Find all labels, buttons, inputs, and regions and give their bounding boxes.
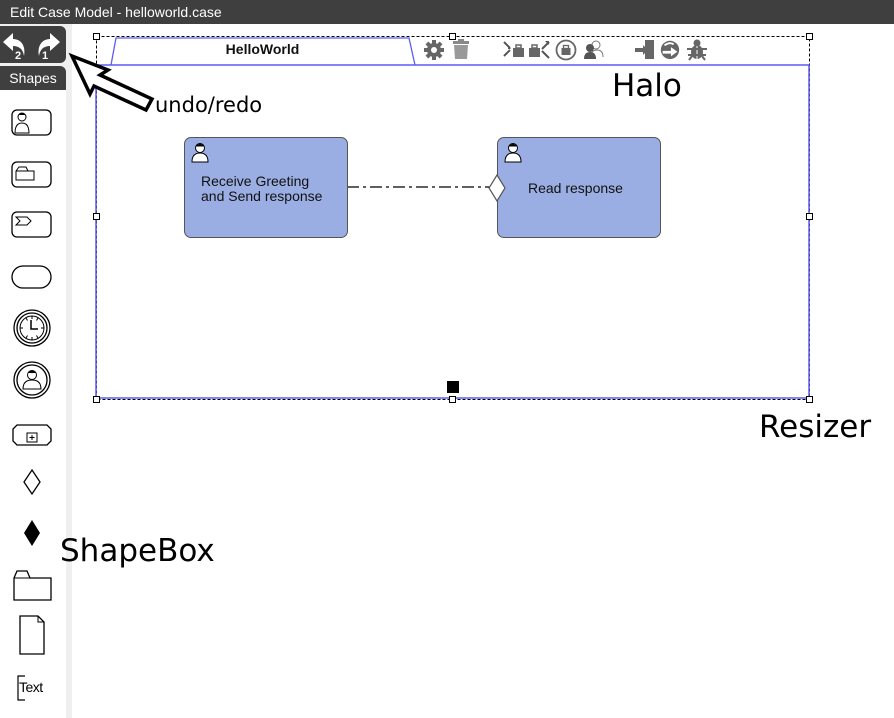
annotation-resizer: Resizer xyxy=(759,409,872,445)
task-label-line2: and Send response xyxy=(201,188,323,204)
task-read-response[interactable]: Read response xyxy=(497,137,661,238)
gear-icon[interactable] xyxy=(423,37,445,61)
case-plan-diagram xyxy=(68,36,810,400)
resize-handle-middle-left[interactable] xyxy=(93,213,100,220)
roles-icon[interactable] xyxy=(555,37,577,61)
resize-handle-middle-right[interactable] xyxy=(806,213,813,220)
case-plan-name[interactable]: HelloWorld xyxy=(116,41,409,57)
team-icon[interactable] xyxy=(582,37,604,61)
resize-handle-bottom-right[interactable] xyxy=(806,396,813,403)
deploy-icon[interactable] xyxy=(659,37,681,61)
entry-criterion-sentry[interactable] xyxy=(488,174,506,202)
trash-icon[interactable] xyxy=(450,37,472,61)
resize-handle-top-center[interactable] xyxy=(449,33,456,40)
annotation-undo-redo: undo/redo xyxy=(155,93,263,117)
resize-handle-top-left[interactable] xyxy=(93,33,100,40)
input-params-icon[interactable] xyxy=(503,37,525,61)
annotation-halo: Halo xyxy=(612,68,682,104)
task-label: Read response xyxy=(528,180,623,196)
task-label-line1: Receive Greeting xyxy=(201,173,310,189)
start-case-schema-icon[interactable] xyxy=(634,37,656,61)
resize-handle-bottom-center[interactable] xyxy=(449,396,456,403)
resizer-handle[interactable] xyxy=(447,381,459,393)
human-task-icon xyxy=(191,143,209,163)
resize-handle-bottom-left[interactable] xyxy=(93,396,100,403)
human-task-icon xyxy=(504,143,522,163)
debug-icon[interactable] xyxy=(686,37,708,61)
annotation-shapebox: ShapeBox xyxy=(60,533,215,569)
output-params-icon[interactable] xyxy=(528,37,550,61)
resize-handle-top-right[interactable] xyxy=(806,33,813,40)
task-receive-greeting[interactable]: Receive Greeting and Send response xyxy=(184,137,348,238)
